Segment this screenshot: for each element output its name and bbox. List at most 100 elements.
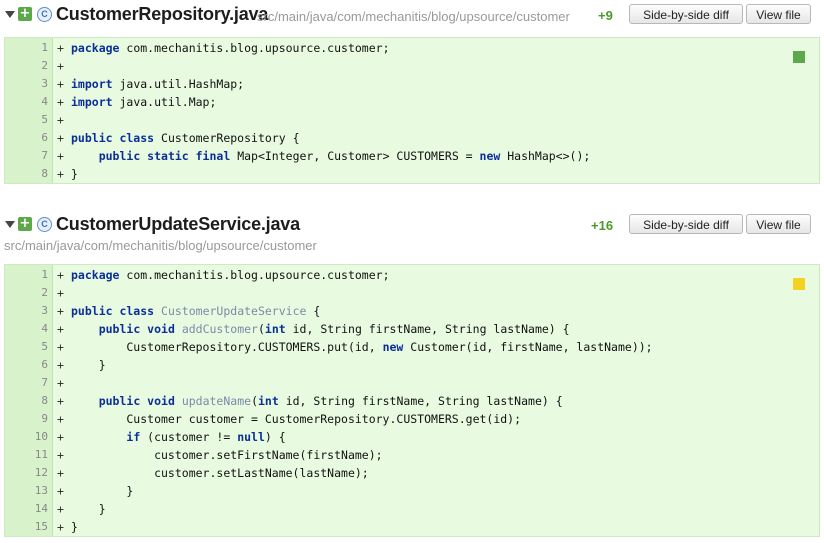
code-text: customer.setFirstName(firstName); bbox=[71, 448, 383, 462]
added-lines-count: +9 bbox=[598, 8, 613, 23]
line-number[interactable]: 6 bbox=[5, 356, 48, 374]
added-marker: + bbox=[57, 448, 64, 462]
code-line: 4 + import java.util.Map; bbox=[5, 93, 819, 111]
line-number[interactable]: 7 bbox=[5, 147, 48, 165]
line-number[interactable]: 5 bbox=[5, 338, 48, 356]
line-number[interactable]: 6 bbox=[5, 129, 48, 147]
code-text: import java.util.HashMap; bbox=[71, 77, 245, 91]
line-number[interactable]: 3 bbox=[5, 75, 48, 93]
code-line: 8 + public void updateName(int id, String… bbox=[5, 392, 819, 410]
code-text: public void updateName(int id, String fi… bbox=[98, 394, 563, 408]
view-file-button[interactable]: View file bbox=[746, 214, 811, 234]
added-marker: + bbox=[57, 322, 64, 336]
line-number[interactable]: 7 bbox=[5, 374, 48, 392]
added-marker: + bbox=[57, 59, 64, 73]
added-marker: + bbox=[57, 95, 64, 109]
added-marker: + bbox=[57, 358, 64, 372]
code-line: 7 + public static final Map<Integer, Cust… bbox=[5, 147, 819, 165]
code-text: public class CustomerUpdateService { bbox=[71, 304, 321, 318]
added-marker: + bbox=[57, 340, 64, 354]
code-line: 15 +} bbox=[5, 518, 819, 536]
collapse-triangle-icon[interactable] bbox=[5, 11, 15, 18]
code-text: package com.mechanitis.blog.upsource.cus… bbox=[71, 41, 390, 55]
added-marker: + bbox=[57, 77, 64, 91]
code-line: 2 + bbox=[5, 284, 819, 302]
line-number[interactable]: 2 bbox=[5, 284, 48, 302]
code-line: 6 + } bbox=[5, 356, 819, 374]
code-text: if (customer != null) { bbox=[126, 430, 286, 444]
line-number[interactable]: 12 bbox=[5, 464, 48, 482]
file-name[interactable]: CustomerUpdateService.java bbox=[56, 214, 300, 235]
line-number[interactable]: 4 bbox=[5, 320, 48, 338]
code-line: 5 + bbox=[5, 111, 819, 129]
code-text: import java.util.Map; bbox=[71, 95, 217, 109]
line-number[interactable]: 2 bbox=[5, 57, 48, 75]
line-number[interactable]: 10 bbox=[5, 428, 48, 446]
code-text: public void addCustomer(int id, String f… bbox=[98, 322, 570, 336]
code-text: } bbox=[71, 358, 106, 372]
code-text: } bbox=[71, 167, 78, 181]
code-line: 3 + public class CustomerUpdateService { bbox=[5, 302, 819, 320]
added-marker: + bbox=[57, 167, 64, 181]
line-number[interactable]: 9 bbox=[5, 410, 48, 428]
added-marker: + bbox=[57, 149, 64, 163]
added-marker: + bbox=[57, 41, 64, 55]
side-by-side-diff-button[interactable]: Side-by-side diff bbox=[629, 4, 743, 24]
added-marker: + bbox=[57, 131, 64, 145]
file-path: src/main/java/com/mechanitis/blog/upsour… bbox=[4, 238, 317, 253]
line-number[interactable]: 1 bbox=[5, 39, 48, 57]
file-added-icon: + bbox=[18, 216, 32, 231]
line-number[interactable]: 15 bbox=[5, 518, 48, 536]
added-marker: + bbox=[57, 376, 64, 390]
added-marker: + bbox=[57, 520, 64, 534]
code-line: 8 +} bbox=[5, 165, 819, 183]
code-block: 1 + package com.mechanitis.blog.upsource.c… bbox=[4, 37, 820, 184]
code-line: 13 + } bbox=[5, 482, 819, 500]
side-by-side-diff-button[interactable]: Side-by-side diff bbox=[629, 214, 743, 234]
code-line: 1 + package com.mechanitis.blog.upsource.c… bbox=[5, 39, 819, 57]
file-header: + C CustomerRepository.java src/main/jav… bbox=[0, 0, 824, 30]
line-number[interactable]: 8 bbox=[5, 392, 48, 410]
code-line: 6 + public class CustomerRepository { bbox=[5, 129, 819, 147]
file-header: + C CustomerUpdateService.java +16 Side-… bbox=[0, 210, 824, 240]
code-text: public class CustomerRepository { bbox=[71, 131, 300, 145]
code-line: 11 + customer.setFirstName(firstName); bbox=[5, 446, 819, 464]
line-number[interactable]: 5 bbox=[5, 111, 48, 129]
code-line: 10 + if (customer != null) { bbox=[5, 428, 819, 446]
class-icon: C bbox=[37, 7, 52, 22]
line-number[interactable]: 1 bbox=[5, 266, 48, 284]
added-marker: + bbox=[57, 430, 64, 444]
file-name[interactable]: CustomerRepository.java bbox=[56, 4, 268, 25]
added-marker: + bbox=[57, 412, 64, 426]
added-marker: + bbox=[57, 304, 64, 318]
code-text: public static final Map<Integer, Custome… bbox=[98, 149, 591, 163]
collapse-triangle-icon[interactable] bbox=[5, 221, 15, 228]
file-diff-customer-update-service: + C CustomerUpdateService.java +16 Side-… bbox=[0, 210, 824, 537]
file-added-icon: + bbox=[18, 6, 32, 21]
added-marker: + bbox=[57, 268, 64, 282]
line-number[interactable]: 13 bbox=[5, 482, 48, 500]
line-number[interactable]: 4 bbox=[5, 93, 48, 111]
code-text: package com.mechanitis.blog.upsource.cus… bbox=[71, 268, 390, 282]
line-number[interactable]: 3 bbox=[5, 302, 48, 320]
code-text: Customer customer = CustomerRepository.C… bbox=[71, 412, 522, 426]
added-lines-count: +16 bbox=[591, 218, 614, 233]
code-line: 4 + public void addCustomer(int id, Strin… bbox=[5, 320, 819, 338]
file-path: src/main/java/com/mechanitis/blog/upsour… bbox=[257, 9, 570, 24]
line-number[interactable]: 11 bbox=[5, 446, 48, 464]
line-number[interactable]: 14 bbox=[5, 500, 48, 518]
code-line: 5 + CustomerRepository.CUSTOMERS.put(id, … bbox=[5, 338, 819, 356]
code-line: 9 + Customer customer = CustomerRepositor… bbox=[5, 410, 819, 428]
added-marker: + bbox=[57, 484, 64, 498]
added-marker: + bbox=[57, 466, 64, 480]
added-marker: + bbox=[57, 113, 64, 127]
class-icon: C bbox=[37, 217, 52, 232]
code-text: customer.setLastName(lastName); bbox=[71, 466, 369, 480]
added-marker: + bbox=[57, 286, 64, 300]
code-text: } bbox=[71, 484, 134, 498]
view-file-button[interactable]: View file bbox=[746, 4, 811, 24]
code-line: 1 + package com.mechanitis.blog.upsource.c… bbox=[5, 266, 819, 284]
line-number[interactable]: 8 bbox=[5, 165, 48, 183]
code-line: 3 + import java.util.HashMap; bbox=[5, 75, 819, 93]
code-line: 7 + bbox=[5, 374, 819, 392]
